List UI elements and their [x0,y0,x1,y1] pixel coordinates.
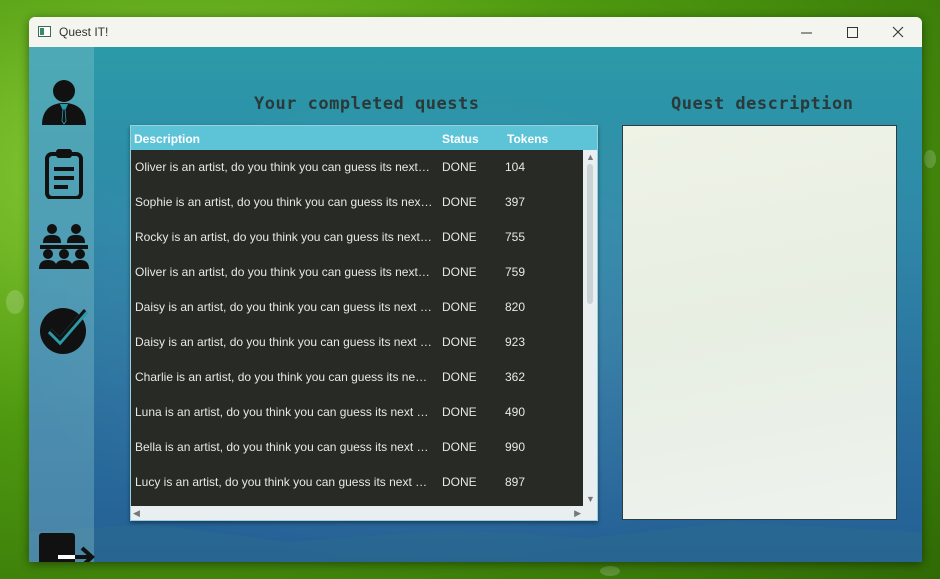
table-row[interactable]: Daisy is an artist, do you think you can… [131,325,582,360]
wallpaper-droplet [6,290,24,314]
description-cell: Rocky is an artist, do you think you can… [135,230,433,244]
description-cell: Oliver is an artist, do you think you ca… [135,160,433,174]
description-cell: Sophie is an artist, do you think you ca… [135,195,433,209]
minimize-button[interactable] [783,17,829,47]
tokens-cell: 990 [505,440,526,454]
table-row[interactable]: Charlie is an artist, do you think you c… [131,360,582,395]
sidebar [29,47,94,562]
description-cell: Daisy is an artist, do you think you can… [135,300,433,314]
tokens-cell: 759 [505,265,526,279]
column-header-description[interactable]: Description [134,132,200,146]
vertical-scrollbar[interactable]: ▲ ▼ [583,150,597,506]
scrollbar-corner [583,506,597,520]
main-content: Your completed quests Quest description … [29,47,922,562]
scroll-down-icon[interactable]: ▼ [586,494,595,504]
maximize-icon [846,26,858,38]
table-row[interactable]: Sophie is an artist, do you think you ca… [131,185,582,220]
description-cell: Luna is an artist, do you think you can … [135,405,433,419]
description-cell: Charlie is an artist, do you think you c… [135,370,433,384]
wallpaper-droplet [600,566,620,576]
horizontal-scrollbar[interactable]: ◀ ▶ [131,506,583,520]
close-icon [892,26,904,38]
status-cell: DONE [442,230,477,244]
description-cell: Bella is an artist, do you think you can… [135,440,433,454]
completed-quests-table[interactable]: Description Status Tokens Oliver is an a… [130,125,598,521]
minimize-icon [800,32,812,33]
tokens-cell: 897 [505,475,526,489]
description-cell: Daisy is an artist, do you think you can… [135,335,433,349]
logout-icon[interactable] [38,531,96,562]
community-group-icon[interactable] [38,219,90,271]
scrollbar-thumb[interactable] [587,164,593,304]
status-cell: DONE [442,265,477,279]
status-cell: DONE [442,195,477,209]
table-row[interactable]: Rocky is an artist, do you think you can… [131,220,582,255]
wallpaper-droplet [924,150,936,168]
description-cell: Lucy is an artist, do you think you can … [135,475,433,489]
table-row[interactable]: Bella is an artist, do you think you can… [131,430,582,465]
status-cell: DONE [442,335,477,349]
clipboard-list-icon[interactable] [38,147,90,199]
scroll-up-icon[interactable]: ▲ [586,152,595,162]
tokens-cell: 104 [505,160,526,174]
table-row[interactable]: Luna is an artist, do you think you can … [131,395,582,430]
title-bar[interactable]: Quest IT! [29,17,922,47]
table-row[interactable]: Oliver is an artist, do you think you ca… [131,255,582,290]
scroll-left-icon[interactable]: ◀ [133,508,140,519]
window-title: Quest IT! [59,25,109,39]
tokens-cell: 362 [505,370,526,384]
table-body: Oliver is an artist, do you think you ca… [131,150,582,506]
completed-quests-heading: Your completed quests [254,94,480,114]
user-profile-icon[interactable] [38,75,90,127]
tokens-cell: 490 [505,405,526,419]
status-cell: DONE [442,370,477,384]
status-cell: DONE [442,300,477,314]
close-button[interactable] [875,17,921,47]
description-cell: Oliver is an artist, do you think you ca… [135,265,433,279]
table-header: Description Status Tokens [131,126,597,150]
tokens-cell: 755 [505,230,526,244]
table-row[interactable]: Daisy is an artist, do you think you can… [131,290,582,325]
tokens-cell: 923 [505,335,526,349]
tokens-cell: 397 [505,195,526,209]
scroll-right-icon[interactable]: ▶ [574,508,581,519]
column-header-tokens[interactable]: Tokens [507,132,548,146]
maximize-button[interactable] [829,17,875,47]
quest-description-text [623,126,896,142]
table-row[interactable]: Lucy is an artist, do you think you can … [131,465,582,500]
app-window: Quest IT! Your completed quests Quest de… [29,17,922,562]
tokens-cell: 820 [505,300,526,314]
quest-description-heading: Quest description [671,94,854,114]
quest-description-panel[interactable] [622,125,897,520]
status-cell: DONE [442,475,477,489]
status-cell: DONE [442,160,477,174]
status-cell: DONE [442,440,477,454]
column-header-status[interactable]: Status [442,132,479,146]
app-icon [38,26,51,37]
status-cell: DONE [442,405,477,419]
table-row[interactable]: Oliver is an artist, do you think you ca… [131,150,582,185]
completed-check-icon[interactable] [38,303,90,355]
